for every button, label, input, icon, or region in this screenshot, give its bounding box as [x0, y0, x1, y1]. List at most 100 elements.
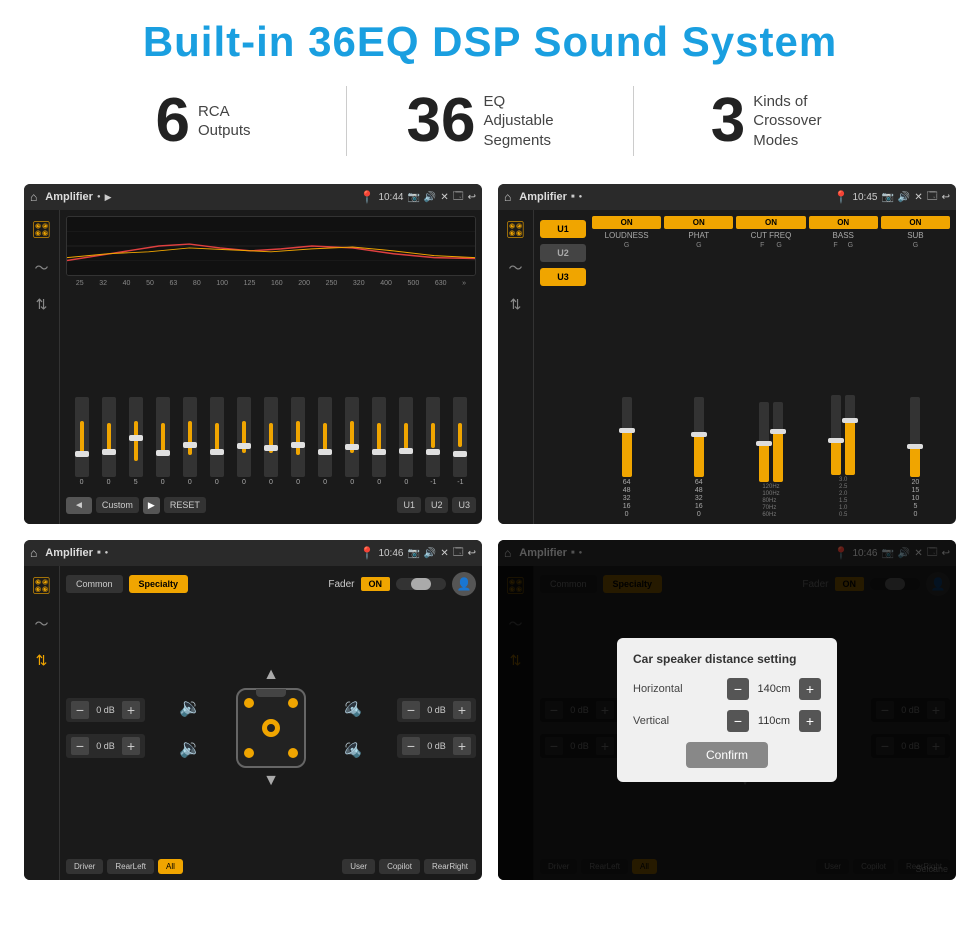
eq-slider-12[interactable]: 0 — [372, 397, 386, 486]
down-arrow[interactable]: ▼ — [263, 772, 279, 790]
volume-icon-2[interactable]: 🔊 — [898, 192, 910, 203]
db-minus-br[interactable]: − — [402, 737, 420, 755]
cutfreq-slider-f[interactable] — [759, 402, 769, 482]
db-minus-tr[interactable]: − — [402, 701, 420, 719]
eq-slider-9[interactable]: 0 — [291, 397, 305, 486]
bass-slider-g[interactable] — [845, 395, 855, 475]
eq-icon-3[interactable]: 🎛 — [31, 576, 51, 596]
preset-custom[interactable]: Custom — [96, 497, 139, 513]
zone-copilot[interactable]: Copilot — [379, 859, 420, 874]
back-btn[interactable]: ◄ — [66, 497, 92, 514]
dialog-minus-vertical[interactable]: − — [727, 710, 749, 732]
up-arrow[interactable]: ▲ — [263, 666, 279, 684]
eq-slider-3[interactable]: 5 — [129, 397, 143, 486]
eq-slider-15[interactable]: -1 — [453, 397, 467, 486]
eq-slider-13[interactable]: 0 — [399, 397, 413, 486]
return-icon-2[interactable]: ↩ — [942, 192, 950, 203]
waveform-icon[interactable]: 〜 — [35, 258, 49, 278]
db-minus-tl[interactable]: − — [71, 701, 89, 719]
zone-all[interactable]: All — [158, 859, 183, 874]
camera-icon-1[interactable]: 📷 — [407, 192, 419, 203]
cutfreq-slider-g[interactable] — [773, 402, 783, 482]
waveform-icon-3[interactable]: 〜 — [35, 614, 49, 634]
close-icon-1[interactable]: ✕ — [440, 192, 448, 203]
stat-label-rca: RCAOutputs — [198, 102, 251, 141]
eq-slider-14[interactable]: -1 — [426, 397, 440, 486]
db-plus-bl[interactable]: + — [122, 737, 140, 755]
db-plus-tl[interactable]: + — [122, 701, 140, 719]
preset-u3[interactable]: U3 — [540, 268, 586, 286]
zone-user[interactable]: User — [342, 859, 375, 874]
freq-80: 80 — [193, 280, 201, 287]
eq-slider-11[interactable]: 0 — [345, 397, 359, 486]
dialog-plus-horizontal[interactable]: + — [799, 678, 821, 700]
u3-btn[interactable]: U3 — [452, 497, 476, 513]
freq-next[interactable]: » — [462, 280, 466, 287]
fader-slider[interactable] — [396, 578, 446, 590]
arrows-icon[interactable]: ⇅ — [36, 296, 48, 313]
preset-u1[interactable]: U1 — [540, 220, 586, 238]
window-icon-3[interactable]: 🗔 — [453, 545, 464, 562]
eq-slider-5[interactable]: 0 — [183, 397, 197, 486]
eq-slider-2[interactable]: 0 — [102, 397, 116, 486]
close-icon-3[interactable]: ✕ — [440, 548, 448, 559]
tab-common[interactable]: Common — [66, 575, 123, 593]
reset-btn[interactable]: RESET — [164, 497, 206, 513]
eq-slider-6[interactable]: 0 — [210, 397, 224, 486]
dialog-plus-vertical[interactable]: + — [799, 710, 821, 732]
eq-icon[interactable]: 🎛 — [31, 220, 51, 240]
home-icon-3[interactable]: ⌂ — [30, 546, 37, 560]
right-controls: − 0 dB + − 0 dB + — [397, 698, 476, 758]
window-icon-2[interactable]: 🗔 — [927, 189, 938, 206]
zone-driver[interactable]: Driver — [66, 859, 103, 874]
home-icon-2[interactable]: ⌂ — [504, 190, 511, 204]
eq-slider-10[interactable]: 0 — [318, 397, 332, 486]
u2-btn[interactable]: U2 — [425, 497, 449, 513]
camera-icon-3[interactable]: 📷 — [407, 548, 419, 559]
preset-u2[interactable]: U2 — [540, 244, 586, 262]
play-btn[interactable]: ▶ — [143, 497, 160, 514]
window-icon-1[interactable]: 🗔 — [453, 189, 464, 206]
waveform-icon-2[interactable]: 〜 — [509, 258, 523, 278]
stat-label-crossover: Kinds ofCrossover Modes — [753, 92, 843, 151]
eq-icon-2[interactable]: 🎛 — [505, 220, 525, 240]
loudness-slider-g[interactable] — [622, 397, 632, 477]
zone-rearright[interactable]: RearRight — [424, 859, 476, 874]
bass-slider-f[interactable] — [831, 395, 841, 475]
volume-icon-1[interactable]: 🔊 — [424, 192, 436, 203]
phat-label: PHAT — [688, 231, 709, 240]
eq-main: 25 32 40 50 63 80 100 125 160 200 250 32… — [60, 210, 482, 524]
u1-btn[interactable]: U1 — [397, 497, 421, 513]
sub-slider[interactable] — [910, 397, 920, 477]
phat-slider[interactable] — [694, 397, 704, 477]
home-icon[interactable]: ⌂ — [30, 190, 37, 204]
profile-icon[interactable]: 👤 — [452, 572, 476, 596]
db-minus-bl[interactable]: − — [71, 737, 89, 755]
camera-icon-2[interactable]: 📷 — [881, 192, 893, 203]
dialog-minus-horizontal[interactable]: − — [727, 678, 749, 700]
return-icon-3[interactable]: ↩ — [468, 548, 476, 559]
on-badge-sub[interactable]: ON — [881, 216, 950, 229]
on-toggle[interactable]: ON — [361, 577, 391, 591]
eq-slider-8[interactable]: 0 — [264, 397, 278, 486]
on-badge-loudness[interactable]: ON — [592, 216, 661, 229]
db-plus-tr[interactable]: + — [453, 701, 471, 719]
db-plus-br[interactable]: + — [453, 737, 471, 755]
left-controls: − 0 dB + − 0 dB + — [66, 698, 145, 758]
volume-icon-3[interactable]: 🔊 — [424, 548, 436, 559]
on-badge-bass[interactable]: ON — [809, 216, 878, 229]
eq-slider-1[interactable]: 0 — [75, 397, 89, 486]
tab-specialty[interactable]: Specialty — [129, 575, 189, 593]
close-icon-2[interactable]: ✕ — [914, 192, 922, 203]
arrows-icon-2[interactable]: ⇅ — [510, 296, 522, 313]
arrows-icon-3[interactable]: ⇅ — [36, 652, 48, 669]
dot-icon-3a: ■ — [97, 550, 101, 556]
on-badge-phat[interactable]: ON — [664, 216, 733, 229]
eq-slider-7[interactable]: 0 — [237, 397, 251, 486]
screenshots-grid: ⌂ Amplifier ● ▶ 📍 10:44 📷 🔊 ✕ 🗔 ↩ 🎛 〜 ⇅ — [0, 174, 980, 890]
eq-slider-4[interactable]: 0 — [156, 397, 170, 486]
confirm-button[interactable]: Confirm — [686, 742, 768, 768]
on-badge-cutfreq[interactable]: ON — [736, 216, 805, 229]
return-icon-1[interactable]: ↩ — [468, 192, 476, 203]
zone-rearleft[interactable]: RearLeft — [107, 859, 154, 874]
